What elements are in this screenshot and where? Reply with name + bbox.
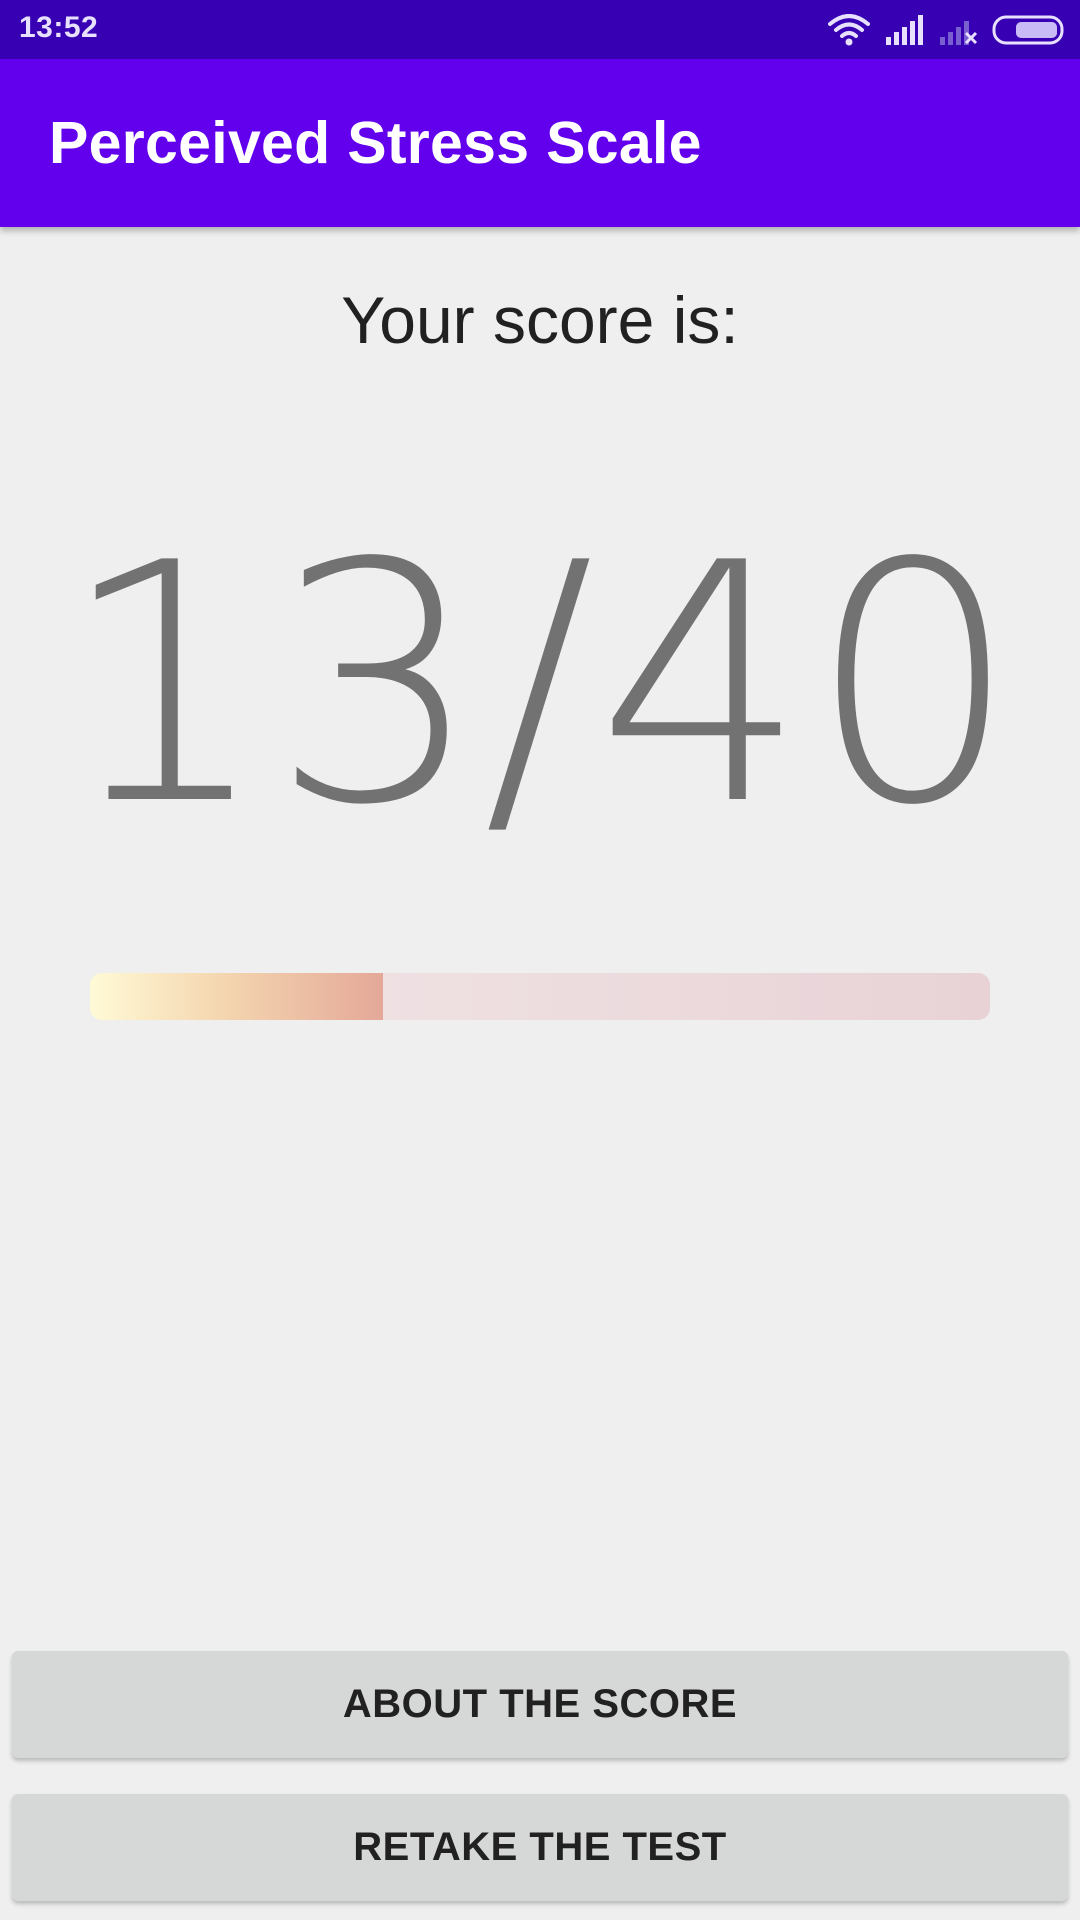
app-title: Perceived Stress Scale	[49, 110, 702, 176]
score-progress-fill	[90, 973, 383, 1020]
signal-no-sim-icon	[938, 15, 978, 45]
app-bar: Perceived Stress Scale	[0, 59, 1080, 227]
status-time: 13:52	[19, 11, 99, 44]
about-score-button[interactable]: ABOUT THE SCORE	[12, 1651, 1068, 1758]
score-progress-bar	[90, 973, 990, 1020]
status-icons	[828, 12, 1066, 48]
retake-test-button[interactable]: RETAKE THE TEST	[12, 1794, 1068, 1901]
score-value: 13/40	[59, 493, 1021, 877]
battery-icon	[992, 15, 1066, 45]
status-bar: 13:52	[0, 0, 1080, 59]
signal-icon	[884, 15, 924, 45]
score-heading: Your score is:	[341, 283, 739, 357]
wifi-icon	[828, 14, 870, 46]
